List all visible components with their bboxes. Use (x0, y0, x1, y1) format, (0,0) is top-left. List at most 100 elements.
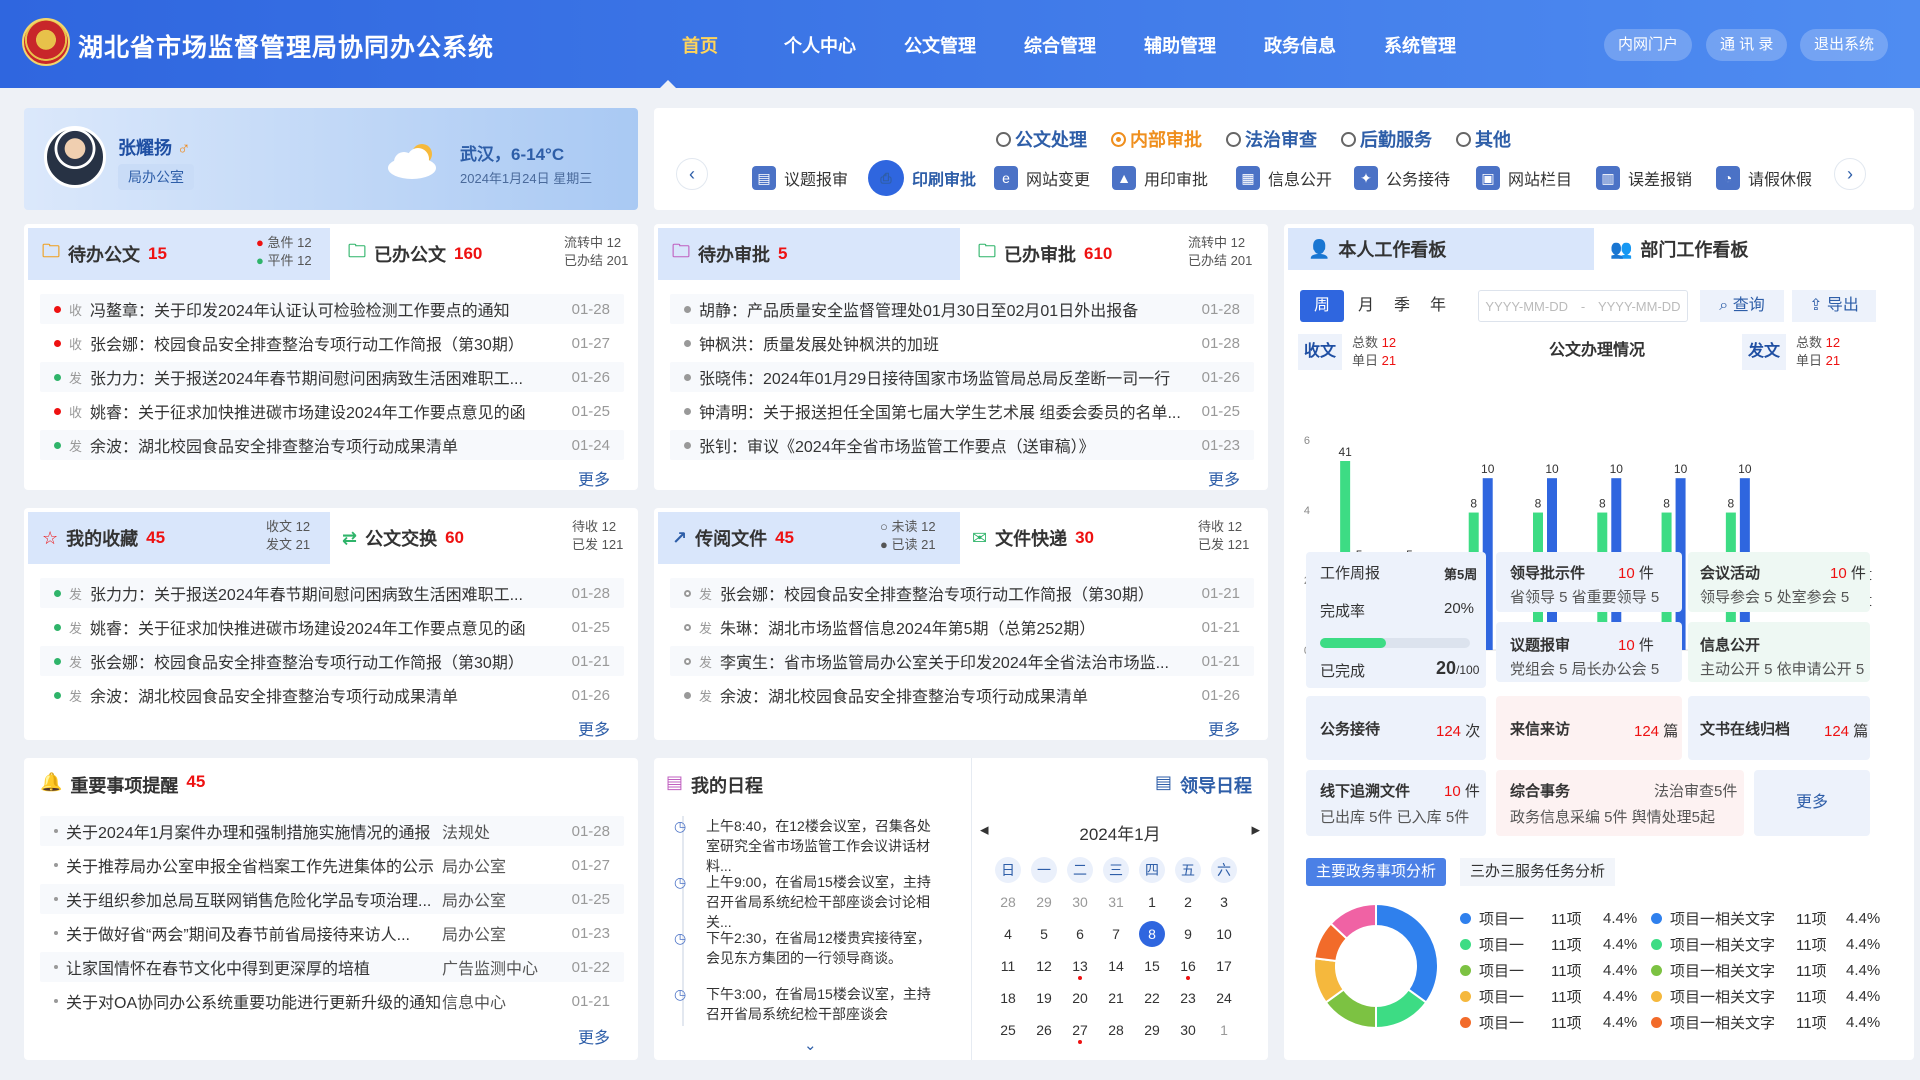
calendar-day[interactable]: 1 (1206, 1014, 1242, 1046)
next-month-button[interactable]: ▸ (1251, 820, 1260, 845)
category-other[interactable]: 其他 (1456, 126, 1511, 152)
category-legal-review[interactable]: 法治审查 (1226, 126, 1317, 152)
calendar-day[interactable]: 14 (1098, 950, 1134, 982)
leader-schedule-link[interactable]: ▤ 领导日程 (972, 772, 1252, 798)
calendar-day[interactable]: 25 (990, 1014, 1026, 1046)
list-item[interactable]: 关于对OA协同办公系统重要功能进行更新升级的通知 信息中心 01-21 (40, 986, 624, 1016)
list-item[interactable]: 发朱琳：湖北市场监督信息2024年第5期（总第252期） 01-21 (670, 612, 1254, 642)
calendar-day[interactable]: 31 (1098, 886, 1134, 918)
calendar-day[interactable]: 18 (990, 982, 1026, 1014)
calendar-day[interactable]: 17 (1206, 950, 1242, 982)
nav-gov-info[interactable]: 政务信息 (1240, 32, 1360, 58)
tool-print-approval[interactable]: ⎙ 印刷审批 (868, 160, 976, 196)
calendar-day[interactable]: 19 (1026, 982, 1062, 1014)
more-link[interactable]: 更多 (578, 716, 610, 740)
list-item[interactable]: 张钊：审议《2024年全省市场监管工作要点（送审稿）》 01-23 (670, 430, 1254, 460)
more-link[interactable]: 更多 (578, 466, 610, 490)
calendar-day[interactable]: 12 (1026, 950, 1062, 982)
calendar-day[interactable]: 8 (1134, 918, 1170, 950)
tool-site-column[interactable]: ▣ 网站栏目 (1476, 166, 1572, 190)
calendar-day[interactable]: 6 (1062, 918, 1098, 950)
calendar-day[interactable]: 4 (990, 918, 1026, 950)
calendar-day[interactable]: 1 (1134, 886, 1170, 918)
tab-doc-exchange[interactable]: ⇄ 公文交换 60 (342, 512, 464, 564)
calendar-day[interactable]: 11 (990, 950, 1026, 982)
list-item[interactable]: 发张会娜：校园食品安全排查整治专项行动工作简报（第30期） 01-21 (40, 646, 624, 676)
calendar-day[interactable]: 10 (1206, 918, 1242, 950)
period-year[interactable]: 年 (1420, 290, 1456, 322)
expand-down-icon[interactable]: ⌄ (804, 1036, 817, 1054)
schedule-item[interactable]: ◷ 上午8:40，在12楼会议室，召集各处室研究全省市场监管工作会议讲话材料... (674, 816, 934, 874)
calendar-day[interactable]: 13 (1062, 950, 1098, 982)
tab-done-approval[interactable]: 🗀 已办审批 610 (978, 228, 1112, 280)
calendar-day[interactable]: 29 (1134, 1014, 1170, 1046)
calendar-day[interactable]: 5 (1026, 918, 1062, 950)
tab-my-kanban[interactable]: 👤 本人工作看板 (1288, 228, 1594, 270)
category-internal-approval[interactable]: 内部审批 (1111, 126, 1202, 152)
calendar-day[interactable]: 9 (1170, 918, 1206, 950)
tool-seal-approval[interactable]: ▲ 用印审批 (1112, 166, 1208, 190)
more-link[interactable]: 更多 (578, 1024, 610, 1048)
schedule-item[interactable]: ◷ 上午9:00，在省局15楼会议室，主持召开省局系统纪检干部座谈会讨论相关... (674, 872, 934, 930)
list-item[interactable]: 让家国情怀在春节文化中得到更深厚的培植 广告监测中心 01-22 (40, 952, 624, 982)
tab-pending-approval[interactable]: 🗀 待办审批 5 (658, 228, 960, 280)
calendar-day[interactable]: 15 (1134, 950, 1170, 982)
avatar[interactable] (44, 126, 106, 188)
more-link[interactable]: 更多 (1208, 466, 1240, 490)
period-quarter[interactable]: 季 (1384, 290, 1420, 322)
tool-expense[interactable]: ▥ 误差报销 (1596, 166, 1692, 190)
calendar-day[interactable]: 16 (1170, 950, 1206, 982)
calendar-day[interactable]: 7 (1098, 918, 1134, 950)
list-item[interactable]: 收张会娜：校园食品安全排查整治专项行动工作简报（第30期） 01-27 (40, 328, 624, 358)
list-item[interactable]: 关于做好省“两会”期间及春节前省局接待来访人... 局办公室 01-23 (40, 918, 624, 948)
calendar-day[interactable]: 28 (990, 886, 1026, 918)
category-document[interactable]: 公文处理 (996, 126, 1087, 152)
schedule-item[interactable]: ◷ 下午2:30，在省局12楼贵宾接待室，会见东方集团的一行领导商谈。 (674, 928, 934, 984)
list-item[interactable]: 发余波：湖北校园食品安全排查整治专项行动成果清单 01-26 (40, 680, 624, 710)
nav-system[interactable]: 系统管理 (1360, 32, 1480, 58)
calendar-day[interactable]: 29 (1026, 886, 1062, 918)
nav-personal[interactable]: 个人中心 (760, 32, 880, 58)
address-book-button[interactable]: 通 讯 录 (1706, 29, 1788, 61)
list-item[interactable]: 发张力力：关于报送2024年春节期间慰问困病致生活困难职工... 01-26 (40, 362, 624, 392)
tab-service-tasks[interactable]: 三办三服务任务分析 (1460, 858, 1616, 886)
list-item[interactable]: 发余波：湖北校园食品安全排查整治专项行动成果清单 01-24 (40, 430, 624, 460)
tool-reception[interactable]: ✦ 公务接待 (1354, 166, 1450, 190)
kanban-more-button[interactable]: 更多 (1754, 770, 1870, 836)
calendar-day[interactable]: 30 (1170, 1014, 1206, 1046)
list-item[interactable]: 胡静：产品质量安全监督管理处01月30日至02月01日外出报备 01-28 (670, 294, 1254, 324)
intranet-portal-button[interactable]: 内网门户 (1604, 29, 1693, 61)
logout-button[interactable]: 退出系统 (1800, 29, 1889, 61)
tools-prev-button[interactable]: ‹ (676, 158, 708, 190)
list-item[interactable]: 关于推荐局办公室申报全省档案工作先进集体的公示 局办公室 01-27 (40, 850, 624, 880)
calendar-day[interactable]: 28 (1098, 1014, 1134, 1046)
more-link[interactable]: 更多 (1208, 716, 1240, 740)
tab-done-docs[interactable]: 🗀 已办公文 160 (348, 228, 482, 280)
list-item[interactable]: 发李寅生：省市场监管局办公室关于印发2024年全省法治市场监... 01-21 (670, 646, 1254, 676)
query-button[interactable]: ⌕ 查询 (1700, 290, 1784, 322)
tab-file-express[interactable]: ✉ 文件快递 30 (972, 512, 1094, 564)
period-week[interactable]: 周 (1300, 290, 1344, 322)
tools-next-button[interactable]: › (1834, 158, 1866, 190)
tool-website-change[interactable]: e 网站变更 (994, 166, 1090, 190)
prev-month-button[interactable]: ◂ (980, 820, 989, 845)
list-item[interactable]: 关于2024年1月案件办理和强制措施实施情况的通报 法规处 01-28 (40, 816, 624, 846)
tool-leave[interactable]: ◔ 请假休假 (1716, 166, 1812, 190)
list-item[interactable]: 钟清明：关于报送担任全国第七届大学生艺术展 组委会委员的名单... 01-25 (670, 396, 1254, 426)
calendar-day[interactable]: 30 (1062, 886, 1098, 918)
category-logistics[interactable]: 后勤服务 (1341, 126, 1432, 152)
tab-main-affairs[interactable]: 主要政务事项分析 (1306, 858, 1447, 886)
list-item[interactable]: 收冯鳌章：关于印发2024年认证认可检验检测工作要点的通知 01-28 (40, 294, 624, 324)
calendar-day[interactable]: 26 (1026, 1014, 1062, 1046)
export-button[interactable]: ⇪ 导出 (1792, 290, 1876, 322)
calendar-day[interactable]: 21 (1098, 982, 1134, 1014)
list-item[interactable]: 关于组织参加总局互联网销售危险化学品专项治理... 局办公室 01-25 (40, 884, 624, 914)
calendar-day[interactable]: 24 (1206, 982, 1242, 1014)
nav-home[interactable]: 首页 (640, 32, 760, 58)
calendar-day[interactable]: 27 (1062, 1014, 1098, 1046)
period-month[interactable]: 月 (1348, 290, 1384, 322)
calendar-day[interactable]: 3 (1206, 886, 1242, 918)
list-item[interactable]: 发张力力：关于报送2024年春节期间慰问困病致生活困难职工... 01-28 (40, 578, 624, 608)
calendar-day[interactable]: 20 (1062, 982, 1098, 1014)
date-range-input[interactable]: YYYY-MM-DD - YYYY-MM-DD (1478, 290, 1688, 322)
